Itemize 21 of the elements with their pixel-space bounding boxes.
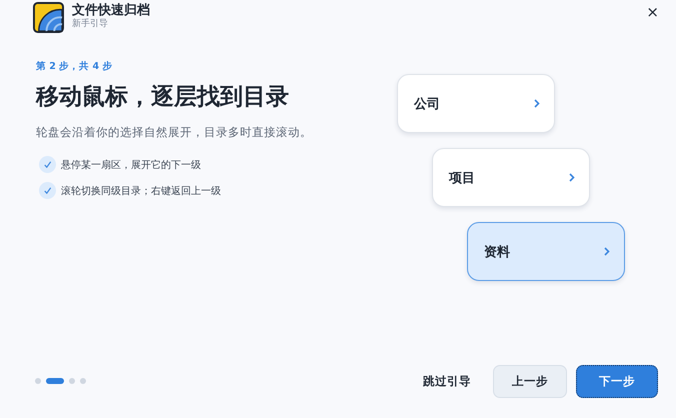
skip-button[interactable]: 跳过引导 [415, 368, 479, 394]
page-dot[interactable] [80, 378, 86, 384]
folder-card[interactable]: 公司 [397, 74, 555, 133]
app-subtitle: 新手引导 [72, 19, 109, 30]
app-logo-icon [33, 2, 64, 32]
chevron-icon [569, 173, 575, 182]
chevron-icon [534, 99, 540, 108]
folder-card[interactable]: 项目 [432, 148, 590, 207]
step-description: 轮盘会沿着你的选择自然展开，目录多时直接滚动。 [36, 125, 313, 140]
close-button[interactable]: × [643, 3, 662, 21]
next-button[interactable]: 下一步 [576, 364, 658, 398]
page-dot[interactable] [35, 378, 41, 384]
step-heading: 移动鼠标，逐层找到目录 [36, 83, 290, 112]
tip-text: 滚轮切换同级目录；右键返回上一级 [61, 184, 221, 198]
folder-card[interactable]: 资料 [467, 222, 625, 281]
step-indicator: 第 2 步，共 4 步 [36, 60, 112, 73]
tip-text: 悬停某一扇区，展开它的下一级 [61, 158, 201, 172]
page-dot[interactable] [69, 378, 75, 384]
previous-button[interactable]: 上一步 [493, 364, 567, 398]
chevron-icon [604, 247, 610, 256]
app-title: 文件快速归档 [72, 4, 150, 18]
